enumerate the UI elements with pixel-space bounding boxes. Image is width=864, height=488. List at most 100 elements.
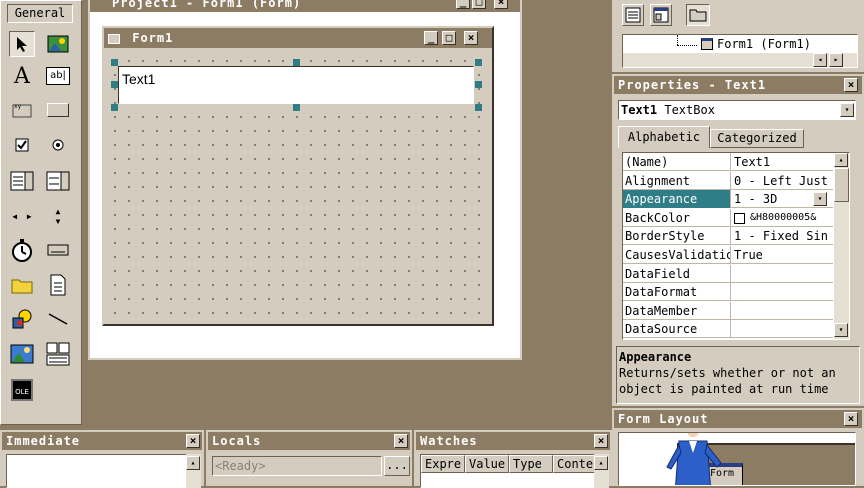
watches-window: Watches × Expre Value Type Conte ▴ bbox=[414, 430, 612, 488]
property-value[interactable] bbox=[732, 320, 832, 338]
form-layout-close-button[interactable]: × bbox=[844, 412, 858, 426]
timer-tool-icon[interactable] bbox=[9, 237, 35, 263]
filelistbox-tool-icon[interactable] bbox=[45, 272, 71, 298]
tab-categorized[interactable]: Categorized bbox=[710, 129, 804, 148]
listbox-tool-icon[interactable] bbox=[45, 168, 71, 194]
tree-connector-h bbox=[677, 45, 697, 46]
designer-minimize-button[interactable]: _ bbox=[456, 0, 470, 9]
resize-handle-middle-left[interactable] bbox=[111, 81, 118, 88]
project-tree-item-form1[interactable]: Form1 (Form1) bbox=[717, 37, 811, 51]
watches-column-expression[interactable]: Expre bbox=[421, 455, 465, 473]
vscrollbar-tool-icon[interactable]: ▴ ▾ bbox=[45, 203, 71, 229]
watches-titlebar[interactable]: Watches bbox=[416, 432, 610, 450]
combobox-tool-icon[interactable] bbox=[9, 168, 35, 194]
scroll-left-button[interactable]: ◂ bbox=[813, 53, 827, 67]
property-row[interactable]: BorderStyle 1 - Fixed Sin bbox=[623, 227, 833, 246]
data-tool-icon[interactable] bbox=[45, 341, 71, 367]
immediate-input[interactable] bbox=[6, 454, 188, 488]
resize-handle-bottom-left[interactable] bbox=[111, 104, 118, 111]
property-row[interactable]: Alignment 0 - Left Just bbox=[623, 171, 833, 190]
property-row[interactable]: DataField bbox=[623, 264, 833, 283]
immediate-scroll-up-button[interactable]: ▴ bbox=[186, 456, 200, 470]
pointer-tool-icon[interactable] bbox=[9, 31, 35, 57]
resize-handle-top-left[interactable] bbox=[111, 59, 118, 66]
form1-window[interactable]: Form1 _ □ × Text1 bbox=[102, 26, 494, 326]
line-tool-icon[interactable] bbox=[45, 306, 71, 332]
watches-scroll-up-button[interactable]: ▴ bbox=[594, 456, 608, 470]
resize-handle-top-middle[interactable] bbox=[293, 59, 300, 66]
property-row[interactable]: DataSource bbox=[623, 320, 833, 339]
form-layout-canvas[interactable]: Form bbox=[618, 432, 856, 486]
immediate-scrollbar[interactable]: ▴ bbox=[186, 454, 201, 488]
watches-column-value[interactable]: Value bbox=[465, 455, 509, 473]
toggle-folders-button[interactable] bbox=[686, 4, 710, 26]
drivelistbox-tool-icon[interactable] bbox=[45, 237, 71, 263]
form1-minimize-button[interactable]: _ bbox=[424, 31, 438, 45]
project-tree[interactable]: Form1 (Form1) ◂ ▸ bbox=[622, 34, 858, 68]
label-tool-icon[interactable]: A bbox=[9, 63, 35, 89]
property-name: DataMember bbox=[623, 301, 731, 320]
property-value[interactable]: Text1 bbox=[732, 153, 832, 171]
watches-list[interactable]: Expre Value Type Conte bbox=[420, 454, 597, 488]
watches-scrollbar[interactable]: ▴ bbox=[594, 454, 609, 488]
scroll-right-button[interactable]: ▸ bbox=[829, 53, 843, 67]
dirlistbox-tool-icon[interactable] bbox=[9, 272, 35, 298]
checkbox-tool-icon[interactable] bbox=[9, 132, 35, 158]
property-row[interactable]: BackColor &H80000005& bbox=[623, 208, 833, 227]
tab-alphabetic[interactable]: Alphabetic bbox=[618, 126, 710, 148]
property-row[interactable]: DataFormat bbox=[623, 283, 833, 302]
object-selector[interactable]: Text1 TextBox bbox=[618, 100, 856, 120]
view-code-button[interactable] bbox=[622, 4, 644, 26]
locals-browse-button[interactable]: ... bbox=[384, 456, 410, 476]
text1-textbox[interactable]: Text1 bbox=[118, 66, 474, 104]
properties-titlebar[interactable]: Properties - Text1 bbox=[614, 76, 862, 94]
optionbutton-tool-icon[interactable] bbox=[45, 132, 71, 158]
property-row[interactable]: Appearance 1 - 3D ▾ bbox=[623, 190, 833, 209]
image-tool-icon[interactable] bbox=[9, 341, 35, 367]
ole-tool-icon[interactable]: OLE bbox=[9, 377, 35, 403]
frame-tool-icon[interactable]: xy bbox=[9, 97, 35, 123]
locals-close-button[interactable]: × bbox=[394, 434, 408, 448]
object-selector-dropdown-button[interactable]: ▾ bbox=[840, 103, 854, 117]
watches-column-type[interactable]: Type bbox=[509, 455, 553, 473]
property-row[interactable]: CausesValidation True bbox=[623, 246, 833, 264]
property-scroll-up-button[interactable]: ▴ bbox=[834, 153, 848, 167]
picturebox-tool-icon[interactable] bbox=[45, 31, 71, 57]
resize-handle-middle-right[interactable] bbox=[475, 81, 482, 88]
watches-close-button[interactable]: × bbox=[594, 434, 608, 448]
form1-maximize-button[interactable]: □ bbox=[442, 31, 456, 45]
property-row[interactable]: DataMember bbox=[623, 301, 833, 320]
property-value[interactable]: &H80000005& bbox=[748, 209, 848, 227]
locals-title: Locals bbox=[212, 434, 262, 448]
appearance-dropdown-button[interactable]: ▾ bbox=[813, 192, 827, 207]
property-value[interactable]: 0 - Left Just bbox=[732, 172, 832, 190]
property-value[interactable]: True bbox=[732, 246, 832, 264]
commandbutton-tool-icon[interactable] bbox=[45, 97, 71, 123]
designer-close-button[interactable]: × bbox=[494, 0, 508, 9]
resize-handle-top-right[interactable] bbox=[475, 59, 482, 66]
shape-tool-icon[interactable] bbox=[9, 306, 35, 332]
property-value[interactable] bbox=[732, 283, 832, 301]
resize-handle-bottom-middle[interactable] bbox=[293, 104, 300, 111]
form1-close-button[interactable]: × bbox=[464, 31, 478, 45]
property-scroll-down-button[interactable]: ▾ bbox=[834, 323, 848, 337]
property-value[interactable] bbox=[732, 265, 832, 283]
properties-close-button[interactable]: × bbox=[844, 78, 858, 92]
immediate-close-button[interactable]: × bbox=[186, 434, 200, 448]
form1-design-surface[interactable]: Text1 bbox=[104, 50, 492, 324]
property-scroll-thumb[interactable] bbox=[834, 168, 849, 202]
resize-handle-bottom-right[interactable] bbox=[475, 104, 482, 111]
designer-maximize-button[interactable]: □ bbox=[472, 0, 486, 9]
watches-column-context[interactable]: Conte bbox=[553, 455, 597, 473]
locals-titlebar[interactable]: Locals bbox=[208, 432, 410, 450]
property-value[interactable]: 1 - Fixed Sin bbox=[732, 227, 832, 245]
form-layout-titlebar[interactable]: Form Layout bbox=[614, 410, 862, 428]
view-object-button[interactable] bbox=[650, 4, 672, 26]
property-row[interactable]: (Name) Text1 bbox=[623, 153, 833, 171]
property-value[interactable] bbox=[732, 302, 832, 320]
toolbox-tab-general[interactable]: General bbox=[7, 4, 73, 23]
property-grid-scrollbar[interactable]: ▴ ▾ bbox=[834, 153, 849, 339]
textbox-tool-icon[interactable]: ab| bbox=[45, 63, 71, 89]
hscrollbar-tool-icon[interactable]: ◂ ▸ bbox=[9, 203, 35, 229]
immediate-titlebar[interactable]: Immediate bbox=[2, 432, 202, 450]
